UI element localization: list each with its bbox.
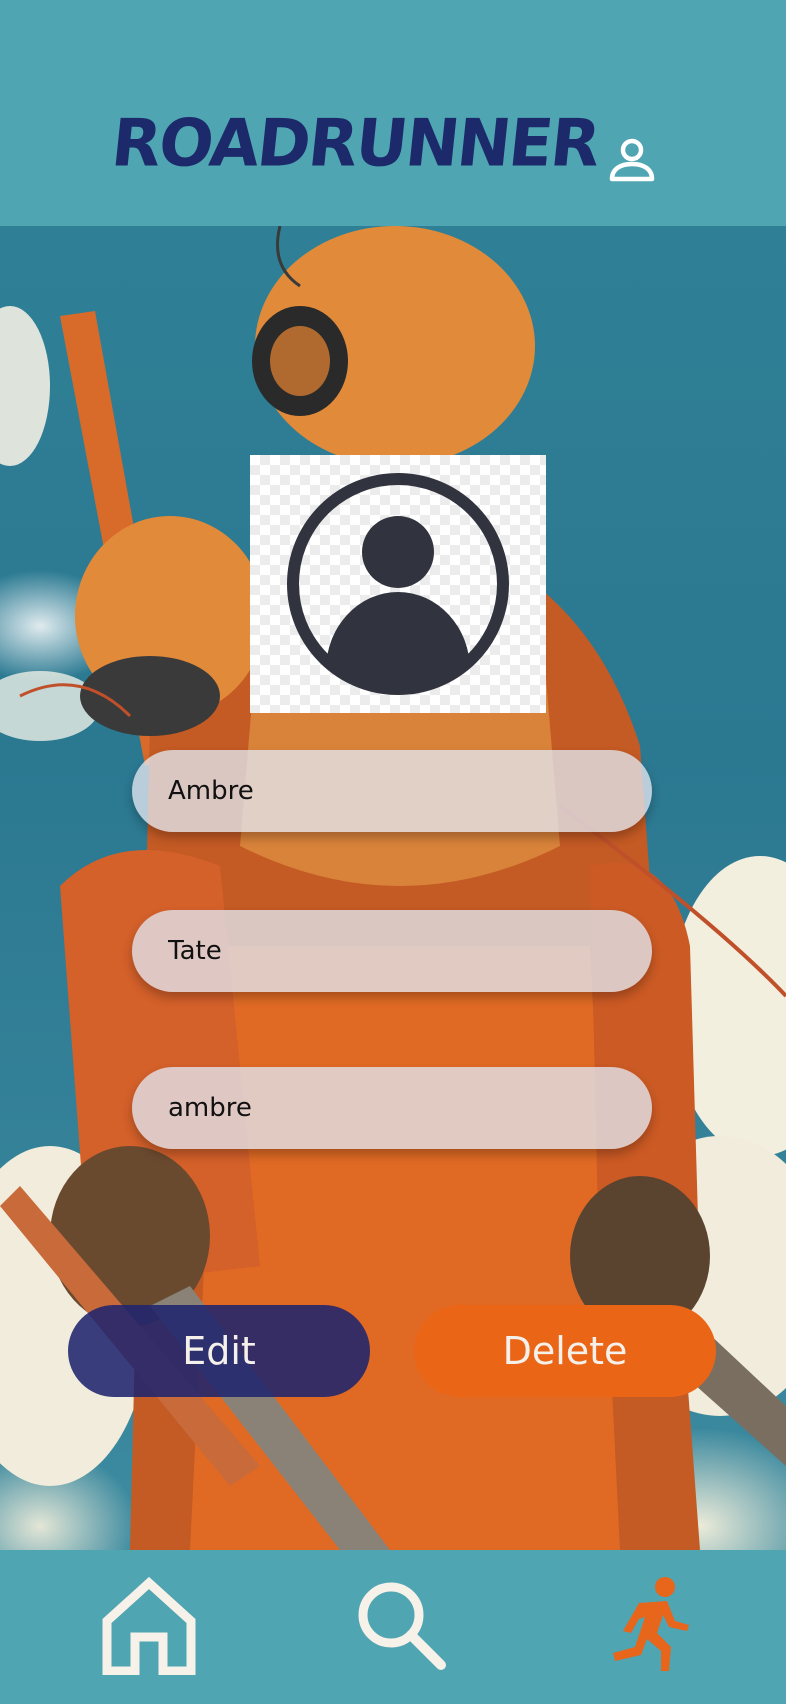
user-circle-icon: [287, 473, 509, 695]
edit-button[interactable]: Edit: [68, 1305, 370, 1397]
nav-search-button[interactable]: [346, 1570, 456, 1680]
first-name-input[interactable]: [166, 775, 652, 807]
person-outline-icon: [609, 138, 655, 182]
delete-button[interactable]: Delete: [414, 1305, 716, 1397]
search-icon: [358, 1582, 446, 1670]
first-name-field[interactable]: [132, 750, 652, 832]
home-icon: [102, 1576, 196, 1675]
bottom-nav: [0, 1550, 786, 1704]
username-field[interactable]: [132, 1067, 652, 1149]
last-name-field[interactable]: [132, 910, 652, 992]
nav-home-button[interactable]: [94, 1570, 204, 1680]
brand-logo: ROADRUNNER: [108, 106, 602, 182]
username-input[interactable]: [166, 1092, 652, 1124]
nav-runner-button[interactable]: [596, 1570, 706, 1680]
profile-button[interactable]: [602, 130, 662, 190]
app-header: ROADRUNNER: [0, 0, 786, 226]
last-name-input[interactable]: [166, 935, 652, 967]
avatar-image[interactable]: [250, 455, 546, 713]
running-person-icon: [613, 1577, 689, 1671]
